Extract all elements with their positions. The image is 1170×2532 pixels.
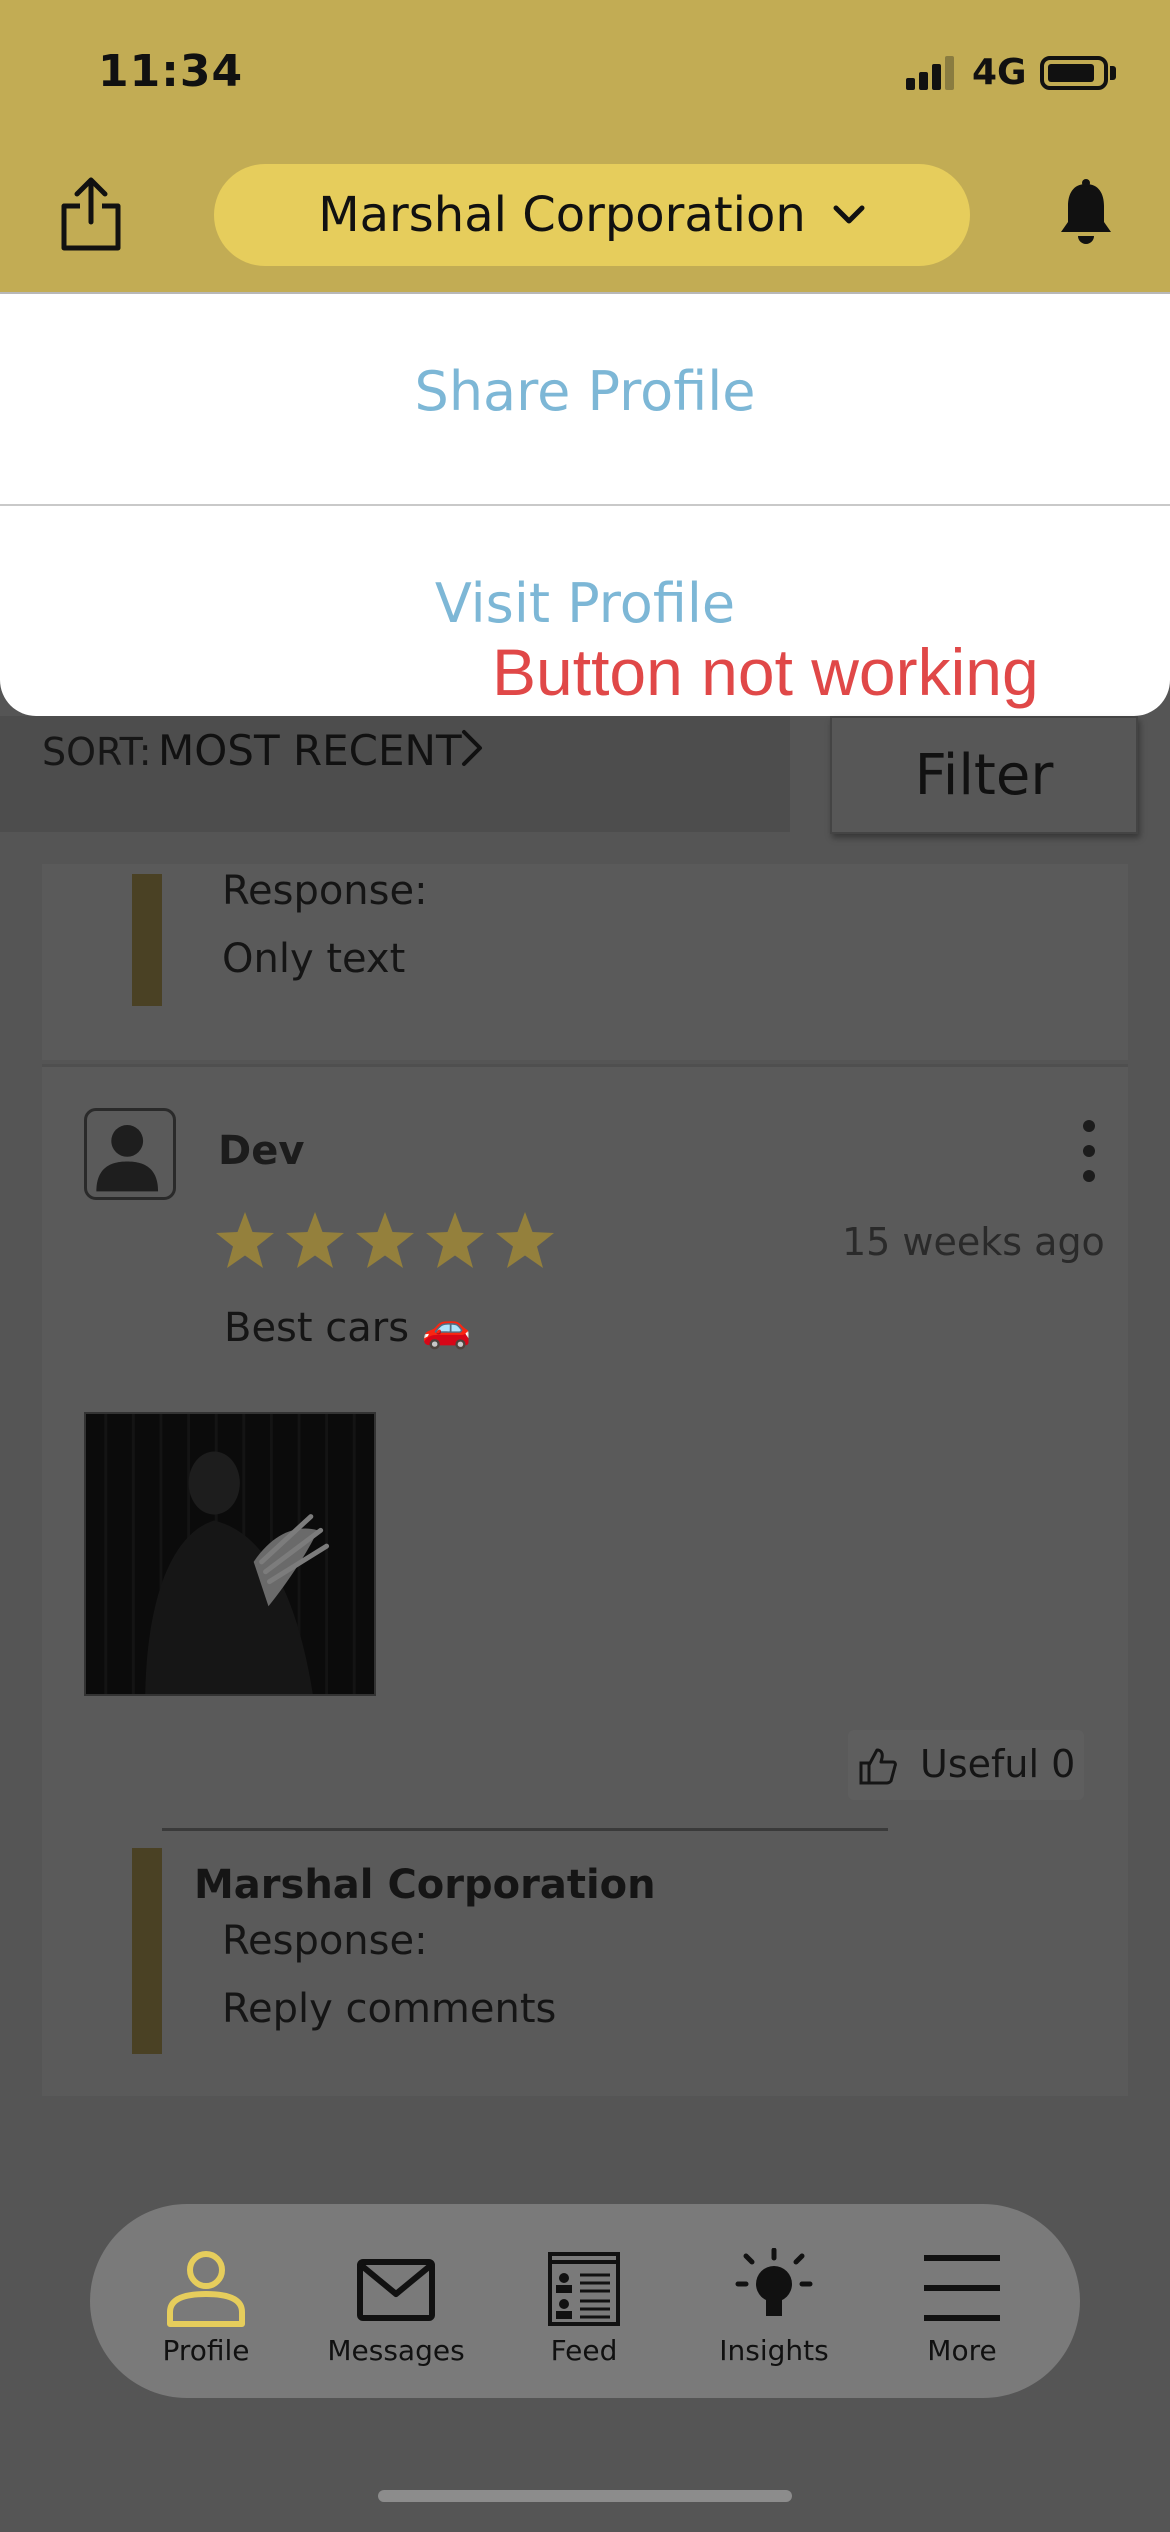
reply-response-text: Reply comments xyxy=(222,1986,557,2032)
tab-label: Insights xyxy=(719,2334,829,2367)
bell-icon[interactable] xyxy=(1056,178,1116,248)
tab-label: Feed xyxy=(550,2334,618,2367)
response-accent-bar xyxy=(132,874,162,1006)
reply-response-label: Response: xyxy=(222,1918,428,1964)
annotation-text: Button not working xyxy=(492,635,1039,709)
response-label: Response: xyxy=(222,868,428,914)
reply-company-name: Marshal Corporation xyxy=(194,1862,656,1908)
useful-count: Useful 0 xyxy=(920,1742,1076,1786)
tab-label: More xyxy=(927,2334,997,2367)
tab-label: Profile xyxy=(162,2334,250,2367)
star-icon xyxy=(496,1212,554,1268)
person-icon xyxy=(96,1125,159,1192)
hamburger-icon xyxy=(924,2255,1000,2321)
tab-label: Messages xyxy=(327,2334,465,2367)
more-options-icon[interactable] xyxy=(1080,1120,1098,1182)
review-time: 15 weeks ago xyxy=(842,1220,1105,1264)
battery-icon xyxy=(1040,56,1108,90)
sort-label: SORT: xyxy=(42,730,152,774)
tab-feed[interactable]: Feed xyxy=(504,2248,664,2367)
person-icon xyxy=(167,2251,245,2327)
response-text: Only text xyxy=(222,936,406,982)
star-icon xyxy=(426,1212,484,1268)
network-type: 4G xyxy=(972,52,1027,93)
review-text: Best cars 🚗 xyxy=(224,1305,472,1351)
avatar xyxy=(84,1108,176,1200)
share-profile-button[interactable]: Share Profile xyxy=(0,360,1170,423)
reply-accent-bar xyxy=(132,1848,162,2054)
review-photo[interactable] xyxy=(84,1412,376,1696)
company-selector[interactable]: Marshal Corporation xyxy=(214,164,970,266)
photo-image xyxy=(86,1414,374,1694)
feed-icon xyxy=(548,2252,620,2326)
battery-tip xyxy=(1110,66,1116,80)
company-name: Marshal Corporation xyxy=(318,187,806,243)
chevron-down-icon xyxy=(833,205,865,224)
star-icon xyxy=(216,1212,274,1268)
star-icon xyxy=(286,1212,344,1268)
tab-more[interactable]: More xyxy=(882,2248,1042,2367)
visit-profile-button[interactable]: Visit Profile xyxy=(0,572,1170,635)
tab-messages[interactable]: Messages xyxy=(316,2248,476,2367)
share-icon[interactable] xyxy=(60,176,122,252)
home-indicator[interactable] xyxy=(378,2490,792,2502)
reply-divider xyxy=(162,1828,888,1831)
signal-icon xyxy=(906,54,958,90)
star-icon xyxy=(356,1212,414,1268)
star-rating xyxy=(214,1210,556,1270)
status-time: 11:34 xyxy=(98,46,244,97)
lightbulb-icon xyxy=(735,2248,813,2316)
review-card-previous xyxy=(42,864,1128,1060)
tab-profile[interactable]: Profile xyxy=(126,2248,286,2367)
reviewer-name: Dev xyxy=(218,1128,305,1174)
tab-insights[interactable]: Insights xyxy=(694,2248,854,2367)
thumbs-up-icon xyxy=(859,1748,897,1785)
action-sheet: Share Profile Visit Profile Button not w… xyxy=(0,292,1170,716)
chevron-right-icon xyxy=(462,730,482,766)
sort-value[interactable]: MOST RECENT xyxy=(158,726,462,775)
envelope-icon xyxy=(357,2259,435,2321)
sheet-divider xyxy=(0,504,1170,506)
filter-button[interactable]: Filter xyxy=(830,716,1138,834)
